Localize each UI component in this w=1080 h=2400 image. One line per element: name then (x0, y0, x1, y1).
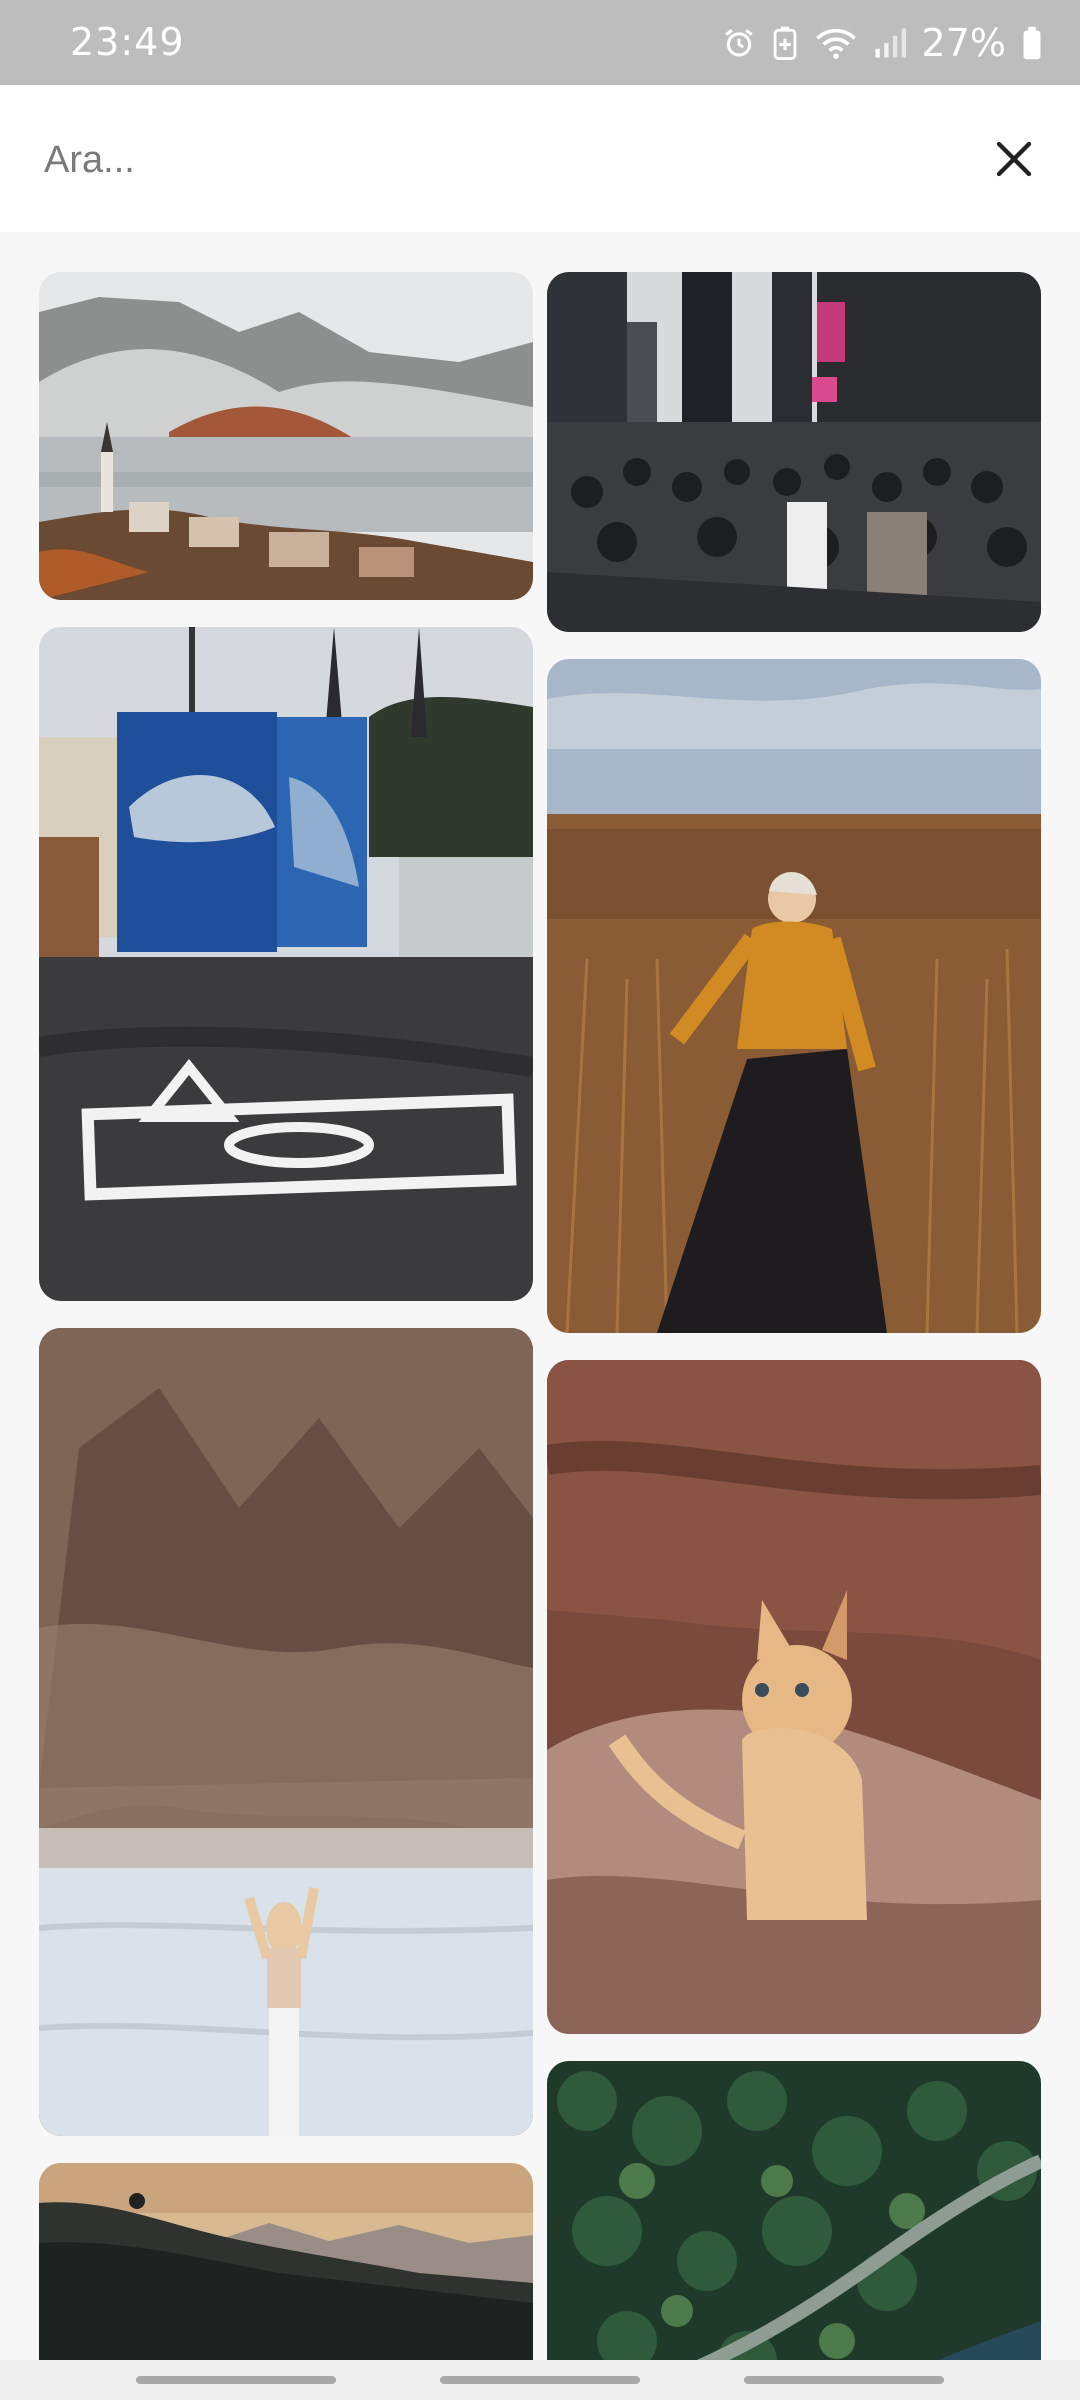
photo-tile-city-crowd[interactable] (547, 272, 1041, 632)
photo-tile-shark-mural[interactable] (39, 627, 533, 1301)
close-icon (996, 141, 1032, 177)
battery-saver-icon (772, 26, 798, 60)
status-time: 23:49 (70, 20, 185, 64)
photo-column-right (547, 272, 1041, 2360)
search-header (0, 85, 1080, 232)
photo-column-left (39, 272, 533, 2360)
city-crowd-image (547, 272, 1041, 632)
photo-tile-woman-salt-flat[interactable] (39, 1328, 533, 2136)
search-input[interactable] (42, 119, 896, 201)
status-bar: 23:49 27% (0, 0, 1080, 85)
home-handle[interactable] (440, 2376, 640, 2384)
photo-tile-hallstatt-lake[interactable] (39, 272, 533, 600)
photo-tile-woman-field[interactable] (547, 659, 1041, 1333)
status-icons: 27% (722, 0, 1042, 85)
wifi-icon (814, 26, 858, 60)
battery-icon (1022, 26, 1042, 60)
aerial-forest-road-image (547, 2061, 1041, 2360)
navigation-bar (0, 2360, 1080, 2400)
photo-tile-cat-on-rock[interactable] (547, 1360, 1041, 2034)
alarm-icon (722, 26, 756, 60)
photo-tile-hills-sunset[interactable] (39, 2163, 533, 2360)
photo-grid (0, 232, 1080, 2360)
battery-percentage: 27% (921, 20, 1006, 65)
cat-on-rock-image (547, 1360, 1041, 2034)
back-handle[interactable] (744, 2376, 944, 2384)
woman-salt-flat-image (39, 1328, 533, 2136)
signal-icon (874, 26, 906, 60)
hallstatt-lake-image (39, 272, 533, 600)
photo-tile-aerial-forest-road[interactable] (547, 2061, 1041, 2360)
shark-mural-image (39, 627, 533, 1301)
hills-sunset-image (39, 2163, 533, 2360)
woman-field-image (547, 659, 1041, 1333)
recents-handle[interactable] (136, 2376, 336, 2384)
close-button[interactable] (978, 123, 1050, 195)
